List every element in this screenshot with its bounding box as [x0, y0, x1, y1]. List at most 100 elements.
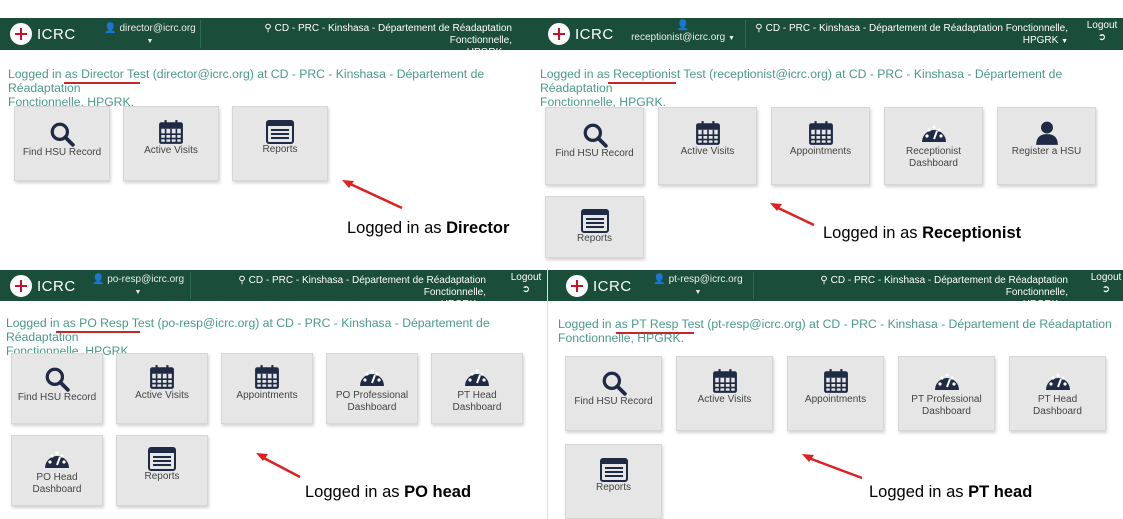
appointments-tile[interactable]: Appointments: [221, 353, 313, 424]
login-message: Logged in as Receptionist Test (receptio…: [540, 67, 1123, 109]
location-selector[interactable]: ⚲ CD - PRC - Kinshasa - Département de Ré…: [196, 275, 486, 312]
register-hsu-tile[interactable]: Register a HSU: [997, 107, 1096, 185]
calendar-icon: [150, 365, 174, 389]
list-icon: [266, 120, 294, 144]
brand-name: ICRC: [593, 277, 632, 295]
pt-professional-dashboard-tile[interactable]: PT Professional Dashboard: [898, 356, 995, 431]
icrc-logo[interactable]: ICRC: [10, 275, 76, 297]
tile-label: Reports: [576, 233, 612, 244]
role-caption: Logged in as PT head: [869, 483, 1032, 502]
tile-label: PT Head Dashboard: [452, 390, 502, 413]
list-icon: [599, 458, 628, 482]
logout-button[interactable]: Logout ➲: [506, 272, 546, 296]
po-head-dashboard-tile[interactable]: PO Head Dashboard: [11, 435, 103, 506]
po-professional-dashboard-tile[interactable]: PO Professional Dashboard: [326, 353, 418, 424]
tile-label: Appointments: [789, 146, 852, 157]
user-email: pt-resp@icrc.org: [668, 274, 743, 285]
reports-tile[interactable]: Reports: [232, 106, 328, 181]
active-visits-tile[interactable]: Active Visits: [658, 107, 757, 185]
user-menu[interactable]: 👤 receptionist@icrc.org ▼: [623, 20, 743, 45]
location-line1: CD - PRC - Kinshasa - Département de Réa…: [248, 275, 486, 298]
tile-label: Appointments: [804, 394, 867, 405]
divider: [200, 20, 201, 48]
logout-label: Logout: [1090, 272, 1122, 283]
tile-label: PO Head Dashboard: [32, 472, 82, 495]
search-icon: [602, 371, 627, 396]
caption-prefix: Logged in as: [869, 483, 964, 501]
location-selector[interactable]: ⚲ CD - PRC - Kinshasa - Département de Ré…: [760, 275, 1068, 312]
location-line2: HPGRK: [1022, 299, 1059, 310]
tile-label: Find HSU Record: [555, 148, 634, 159]
tile-label: Register a HSU: [1011, 146, 1082, 157]
tile-label: Reports: [144, 471, 180, 482]
logout-label: Logout: [510, 272, 542, 283]
map-pin-icon: ⚲: [755, 23, 763, 34]
map-pin-icon: ⚲: [264, 23, 272, 34]
calendar-icon: [823, 369, 848, 393]
calendar-icon: [712, 369, 737, 393]
tile-label: Find HSU Record: [22, 147, 102, 158]
location-line2: HPGRK: [440, 299, 477, 310]
reports-tile[interactable]: Reports: [565, 444, 662, 519]
dashboard-gauge-icon: [921, 125, 946, 142]
location-line2: HPGRK: [1022, 35, 1059, 46]
pt-head-dashboard-tile[interactable]: PT Head Dashboard: [431, 353, 523, 424]
chevron-down-icon: ▼: [505, 50, 512, 57]
tile-label: PO Professional Dashboard: [335, 390, 409, 413]
calendar-icon: [808, 121, 833, 145]
role-name: PT head: [968, 483, 1033, 501]
user-email: po-resp@icrc.org: [107, 274, 185, 285]
active-visits-tile[interactable]: Active Visits: [116, 353, 208, 424]
search-icon: [50, 122, 75, 147]
icrc-logo[interactable]: ICRC: [548, 23, 614, 45]
icrc-logo[interactable]: ICRC: [566, 275, 632, 297]
appointments-tile[interactable]: Appointments: [771, 107, 870, 185]
user-icon: 👤: [676, 20, 690, 31]
logout-button[interactable]: Logout ➲: [1086, 272, 1123, 296]
logout-button[interactable]: Logout ➲: [1082, 20, 1122, 44]
list-icon: [148, 447, 176, 471]
divider: [190, 272, 191, 299]
find-hsu-record-tile[interactable]: Find HSU Record: [14, 106, 110, 181]
icrc-logo[interactable]: ICRC: [10, 23, 76, 45]
user-menu[interactable]: 👤 po-resp@icrc.org ▼: [88, 274, 188, 299]
tile-label: PT Professional Dashboard: [911, 394, 982, 417]
reports-tile[interactable]: Reports: [116, 435, 208, 506]
panel-pt-head: ICRC 👤 pt-resp@icrc.org ▼ ⚲ CD - PRC - Kin…: [547, 268, 1123, 519]
find-hsu-record-tile[interactable]: Find HSU Record: [545, 107, 644, 185]
role-caption: Logged in as Director: [347, 219, 509, 238]
red-arrow: [770, 203, 815, 227]
dashboard-gauge-icon: [45, 451, 69, 468]
active-visits-tile[interactable]: Active Visits: [676, 356, 773, 431]
divider: [753, 272, 754, 299]
location-selector[interactable]: ⚲ CD - PRC - Kinshasa - Département de Ré…: [750, 23, 1068, 48]
find-hsu-record-tile[interactable]: Find HSU Record: [11, 353, 103, 424]
appointments-tile[interactable]: Appointments: [787, 356, 884, 431]
receptionist-dashboard-tile[interactable]: Receptionist Dashboard: [884, 107, 983, 185]
find-hsu-record-tile[interactable]: Find HSU Record: [565, 356, 662, 431]
login-message: Logged in as PO Resp Test (po-resp@icrc.…: [6, 316, 546, 358]
underline-mark: [608, 82, 676, 84]
map-pin-icon: ⚲: [820, 275, 828, 286]
user-email: receptionist@icrc.org: [631, 32, 726, 43]
reports-tile[interactable]: Reports: [545, 196, 644, 258]
user-menu[interactable]: 👤 director@icrc.org ▼: [100, 23, 200, 48]
caption-prefix: Logged in as: [305, 483, 400, 501]
chevron-down-icon: ▼: [694, 289, 702, 296]
message-line1: Logged in as PT Resp Test (pt-resp@icrc.…: [558, 317, 1112, 331]
tile-label: Active Visits: [135, 390, 189, 401]
divider: [745, 20, 746, 48]
logout-icon: ➲: [521, 284, 531, 295]
list-icon: [580, 209, 609, 233]
user-menu[interactable]: 👤 pt-resp@icrc.org ▼: [648, 274, 748, 299]
location-selector[interactable]: ⚲ CD - PRC - Kinshasa - Département de Ré…: [206, 23, 512, 60]
active-visits-tile[interactable]: Active Visits: [123, 106, 219, 181]
red-cross-icon: [566, 275, 588, 297]
panel-po-head: ICRC 👤 po-resp@icrc.org ▼ ⚲ CD - PRC - Kin…: [0, 268, 547, 519]
navbar: ICRC 👤 receptionist@icrc.org ▼ ⚲ CD - PRC …: [538, 18, 1123, 50]
login-message: Logged in as PT Resp Test (pt-resp@icrc.…: [558, 317, 1118, 345]
pt-head-dashboard-tile[interactable]: PT Head Dashboard: [1009, 356, 1106, 431]
calendar-icon: [695, 121, 720, 145]
login-message: Logged in as Director Test (director@icr…: [8, 67, 533, 109]
navbar: ICRC 👤 pt-resp@icrc.org ▼ ⚲ CD - PRC - Kin…: [548, 270, 1123, 310]
